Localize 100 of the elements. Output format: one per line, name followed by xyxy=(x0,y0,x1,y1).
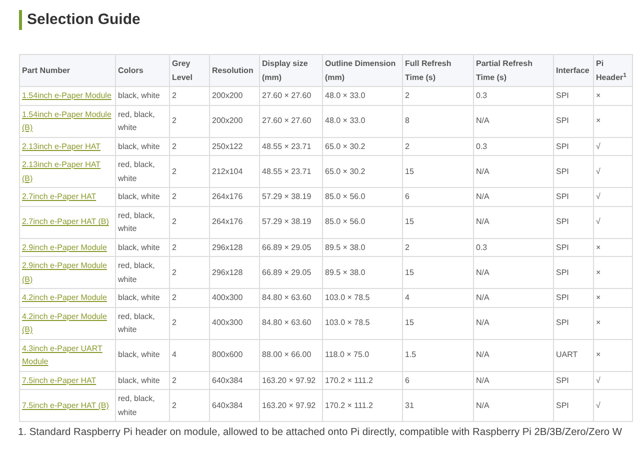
table-cell: × xyxy=(594,307,632,339)
table-cell: red, black, white xyxy=(116,206,170,238)
table-cell: 15 xyxy=(402,206,474,238)
table-cell: 2 xyxy=(170,390,210,422)
table-cell: N/A xyxy=(474,307,554,339)
table-cell: 2 xyxy=(402,86,474,105)
table-cell: 85.0 × 56.0 xyxy=(322,206,402,238)
table-cell: 8 xyxy=(402,105,474,137)
table-cell: 118.0 × 75.0 xyxy=(322,339,402,371)
table-cell: N/A xyxy=(474,371,554,390)
table-cell: 0.3 xyxy=(474,137,554,156)
table-cell: black, white xyxy=(116,288,170,307)
table-cell: N/A xyxy=(474,339,554,371)
table-cell: 2 xyxy=(170,105,210,137)
section-heading: Selection Guide xyxy=(27,10,140,30)
table-cell: black, white xyxy=(116,137,170,156)
table-cell: 48.0 × 33.0 xyxy=(322,86,402,105)
table-cell: SPI xyxy=(554,288,594,307)
table-cell: √ xyxy=(594,371,632,390)
table-cell: SPI xyxy=(554,371,594,390)
table-cell: SPI xyxy=(554,188,594,206)
table-cell: × xyxy=(594,256,632,288)
table-cell: red, black, white xyxy=(116,256,170,288)
table-cell: red, black, white xyxy=(116,307,170,339)
table-cell: × xyxy=(594,86,632,105)
table-cell: 212x104 xyxy=(210,156,260,188)
table-cell: 640x384 xyxy=(210,371,260,390)
table-cell: 57.29 × 38.19 xyxy=(260,188,322,206)
table-cell: 31 xyxy=(402,390,474,422)
column-header: Interface xyxy=(554,54,594,86)
table-cell: UART xyxy=(554,339,594,371)
table-cell: 640x384 xyxy=(210,390,260,422)
table-cell: SPI xyxy=(554,137,594,156)
column-header: Outline Dimension (mm) xyxy=(322,54,402,86)
table-cell: 65.0 × 30.2 xyxy=(322,156,402,188)
table-cell: × xyxy=(594,238,632,256)
table-cell: 66.89 × 29.05 xyxy=(260,238,322,256)
column-header: Display size (mm) xyxy=(260,54,322,86)
table-cell: 27.60 × 27.60 xyxy=(260,86,322,105)
table-cell: SPI xyxy=(554,156,594,188)
table-cell: 89.5 × 38.0 xyxy=(322,256,402,288)
column-header: Grey Level xyxy=(170,54,210,86)
table-cell: 2 xyxy=(170,371,210,390)
table-cell: black, white xyxy=(116,339,170,371)
table-cell: black, white xyxy=(116,371,170,390)
table-cell: 2 xyxy=(170,156,210,188)
table-cell: 2 xyxy=(170,288,210,307)
table-cell: 6 xyxy=(402,371,474,390)
table-cell: 400x300 xyxy=(210,307,260,339)
table-cell: red, black, white xyxy=(116,105,170,137)
table-cell: black, white xyxy=(116,238,170,256)
table-cell: 296x128 xyxy=(210,256,260,288)
table-cell: 89.5 × 38.0 xyxy=(322,238,402,256)
table-cell: √ xyxy=(594,390,632,422)
table-cell: N/A xyxy=(474,288,554,307)
table-cell: SPI xyxy=(554,390,594,422)
table-cell: 2 xyxy=(170,137,210,156)
table-cell: 103.0 × 78.5 xyxy=(322,288,402,307)
table-cell: √ xyxy=(594,206,632,238)
table-cell: 88.00 × 66.00 xyxy=(260,339,322,371)
table-cell: 163.20 × 97.92 xyxy=(260,371,322,390)
table-cell: 48.55 × 23.71 xyxy=(260,156,322,188)
column-header: Colors xyxy=(116,54,170,86)
table-cell: 264x176 xyxy=(210,188,260,206)
table-cell: N/A xyxy=(474,206,554,238)
table-cell: 2 xyxy=(402,137,474,156)
table-cell: 0.3 xyxy=(474,238,554,256)
table-cell: 4 xyxy=(170,339,210,371)
column-header: Full Refresh Time (s) xyxy=(402,54,474,86)
table-cell: SPI xyxy=(554,256,594,288)
table-cell: SPI xyxy=(554,206,594,238)
table-cell: 84.80 × 63.60 xyxy=(260,307,322,339)
table-cell: 48.0 × 33.0 xyxy=(322,105,402,137)
table-cell: 66.89 × 29.05 xyxy=(260,256,322,288)
table-cell: SPI xyxy=(554,238,594,256)
table-cell: 200x200 xyxy=(210,105,260,137)
table-cell: red, black, white xyxy=(116,156,170,188)
table-cell: 103.0 × 78.5 xyxy=(322,307,402,339)
table-cell: SPI xyxy=(554,105,594,137)
table-cell: SPI xyxy=(554,307,594,339)
table-cell: 800x600 xyxy=(210,339,260,371)
table-cell: 2 xyxy=(402,238,474,256)
table-cell: √ xyxy=(594,137,632,156)
table-cell: N/A xyxy=(474,105,554,137)
table-cell: 296x128 xyxy=(210,238,260,256)
table-cell: × xyxy=(594,288,632,307)
table-cell: 15 xyxy=(402,156,474,188)
table-cell: 84.80 × 63.60 xyxy=(260,288,322,307)
table-cell: 400x300 xyxy=(210,288,260,307)
table-cell: √ xyxy=(594,188,632,206)
table-cell: 15 xyxy=(402,256,474,288)
table-cell: 48.55 × 23.71 xyxy=(260,137,322,156)
table-cell: 200x200 xyxy=(210,86,260,105)
column-header: Partial Refresh Time (s) xyxy=(474,54,554,86)
table-cell: black, white xyxy=(116,188,170,206)
table-cell: 27.60 × 27.60 xyxy=(260,105,322,137)
table-cell: 6 xyxy=(402,188,474,206)
table-cell: N/A xyxy=(474,156,554,188)
table-cell: 163.20 × 97.92 xyxy=(260,390,322,422)
table-cell: black, white xyxy=(116,86,170,105)
